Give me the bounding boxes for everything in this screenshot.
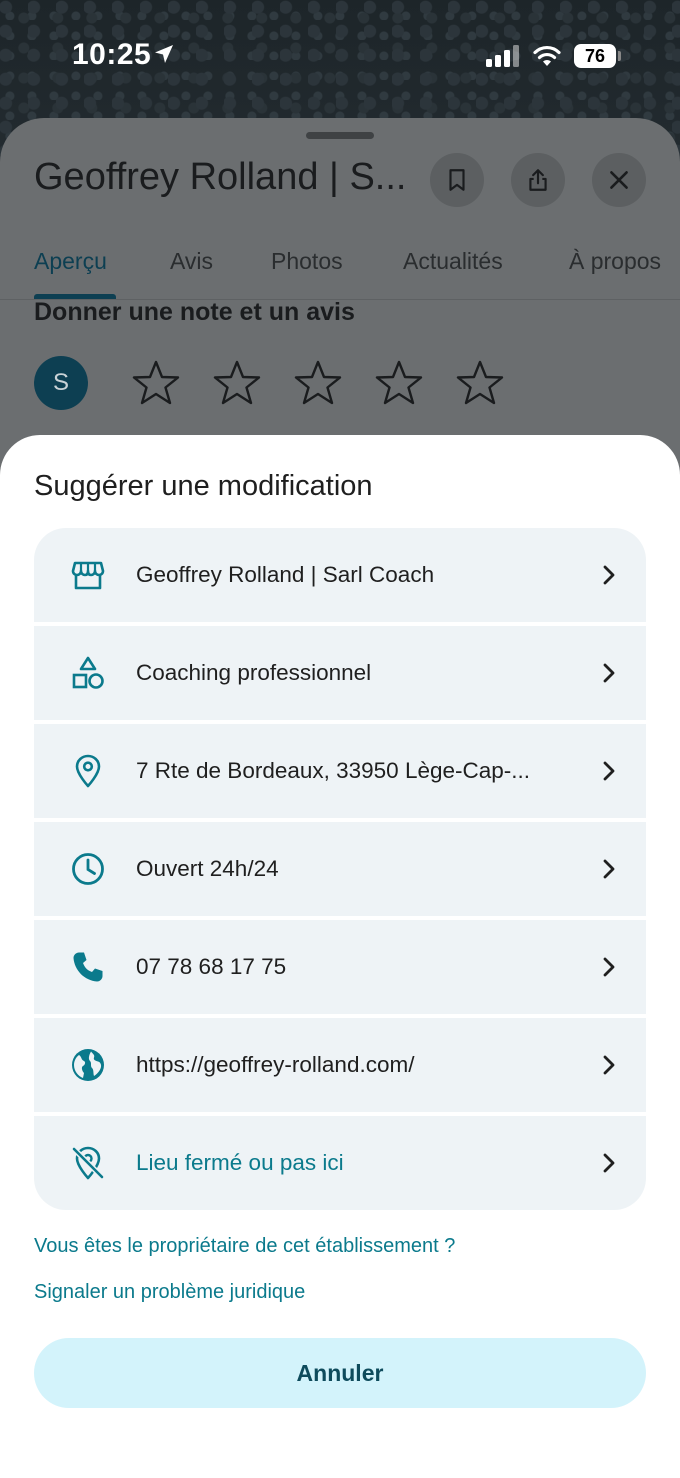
chevron-right-icon [603,1055,615,1075]
report-closed-row[interactable]: Lieu fermé ou pas ici [34,1116,646,1210]
edit-name-row[interactable]: Geoffrey Rolland | Sarl Coach [34,528,646,622]
battery-tip [618,51,621,61]
tab-photos[interactable]: Photos [271,248,343,275]
edit-phone-label: 07 78 68 17 75 [136,954,287,979]
close-icon [610,171,628,189]
phone-icon [73,952,103,982]
edit-hours-label: Ouvert 24h/24 [136,856,279,881]
edit-website-row[interactable]: https://geoffrey-rolland.com/ [34,1018,646,1112]
chevron-right-icon [603,565,615,585]
close-button[interactable] [592,153,646,207]
location-off-icon [71,1146,105,1180]
location-arrow-icon [155,45,173,63]
legal-issue-link[interactable]: Signaler un problème juridique [34,1281,305,1304]
edit-category-label: Coaching professionnel [136,660,372,685]
owner-link[interactable]: Vous êtes le propriétaire de cet établis… [34,1235,455,1258]
edit-phone-row[interactable]: 07 78 68 17 75 [34,920,646,1014]
status-time: 10:25 [72,38,152,71]
drag-handle[interactable] [306,132,374,139]
tab-overview[interactable]: Aperçu [34,248,107,275]
edit-website-label: https://geoffrey-rolland.com/ [136,1052,415,1077]
edit-options-list: Geoffrey Rolland | Sarl Coach Coaching p… [34,528,646,1210]
report-closed-label: Lieu fermé ou pas ici [136,1150,344,1175]
share-button[interactable] [511,153,565,207]
status-bar: 10:25 76 [0,0,680,110]
save-button[interactable] [430,153,484,207]
place-title: Geoffrey Rolland | S... [34,156,407,198]
tab-about[interactable]: À propos [569,248,661,275]
suggest-edit-sheet: Suggérer une modification Geoffrey Rolla… [0,435,680,1478]
clock-icon [72,853,104,885]
star-icon[interactable] [455,358,505,408]
chevron-right-icon [603,957,615,977]
chevron-right-icon [603,663,615,683]
location-pin-icon [75,754,101,788]
star-icon[interactable] [212,358,262,408]
globe-icon [72,1049,104,1081]
edit-address-label: 7 Rte de Bordeaux, 33950 Lège-Cap-... [136,758,531,783]
star-icon[interactable] [293,358,343,408]
avatar: S [34,356,88,410]
star-icon[interactable] [131,358,181,408]
chevron-right-icon [603,1153,615,1173]
star-icon[interactable] [374,358,424,408]
edit-hours-row[interactable]: Ouvert 24h/24 [34,822,646,916]
category-icon [72,656,104,689]
chevron-right-icon [603,761,615,781]
sheet-title: Suggérer une modification [34,470,373,502]
cancel-button[interactable]: Annuler [34,1338,646,1408]
bookmark-icon [449,169,465,191]
edit-name-label: Geoffrey Rolland | Sarl Coach [136,562,435,587]
tab-updates[interactable]: Actualités [403,248,503,275]
share-icon [529,169,547,191]
tab-reviews[interactable]: Avis [170,248,213,275]
store-icon [71,561,105,590]
tab-bar: Aperçu Avis Photos Actualités À propos [0,238,680,300]
chevron-right-icon [603,859,615,879]
edit-address-row[interactable]: 7 Rte de Bordeaux, 33950 Lège-Cap-... [34,724,646,818]
wifi-icon [533,45,561,66]
cellular-signal-icon [486,45,519,67]
battery-icon: 76 [574,44,616,68]
edit-category-row[interactable]: Coaching professionnel [34,626,646,720]
review-heading: Donner une note et un avis [34,298,355,326]
